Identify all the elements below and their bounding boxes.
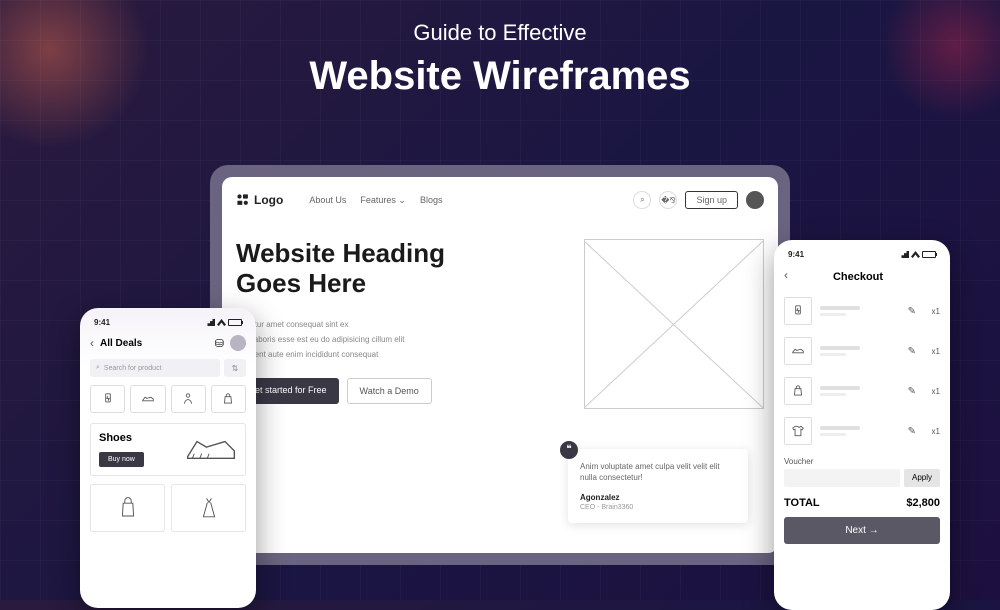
buy-button[interactable]: Buy now — [99, 452, 144, 467]
hero-image-placeholder — [584, 239, 764, 409]
nav-features[interactable]: Features ⌄ — [360, 195, 406, 206]
status-time: 9:41 — [94, 318, 110, 327]
search-input[interactable]: ⌕ Search for product — [90, 359, 220, 377]
item-thumb-electronics — [784, 297, 812, 325]
arrow-right-icon: → — [869, 525, 879, 536]
item-thumb-bag — [784, 377, 812, 405]
cart-icon[interactable]: ⛁ — [215, 337, 224, 350]
checkout-item: ✎ x1 — [784, 411, 940, 451]
category-apparel[interactable] — [171, 385, 206, 413]
status-time: 9:41 — [788, 250, 804, 259]
back-icon[interactable]: ‹ — [90, 336, 94, 350]
edit-icon[interactable]: ✎ — [908, 426, 916, 437]
screen-title: Checkout — [794, 271, 922, 283]
category-electronics[interactable] — [90, 385, 125, 413]
item-thumb-shirt — [784, 417, 812, 445]
cta-secondary-button[interactable]: Watch a Demo — [347, 378, 432, 404]
avatar[interactable] — [746, 191, 764, 209]
screen-title: All Deals — [100, 338, 209, 349]
edit-icon[interactable]: ✎ — [908, 386, 916, 397]
laptop-mockup: Logo About Us Features ⌄ Blogs ⌕ �⅋ Sign… — [210, 165, 790, 565]
back-icon[interactable]: ‹ — [784, 268, 788, 282]
search-icon: ⌕ — [96, 364, 100, 372]
voucher-input[interactable] — [784, 469, 900, 487]
status-icons — [899, 250, 936, 259]
total-value: $2,800 — [906, 497, 940, 509]
hero-heading: Website Heading Goes Here — [236, 239, 554, 299]
voucher-section: Voucher Apply — [784, 457, 940, 487]
edit-icon[interactable]: ✎ — [908, 306, 916, 317]
phone-right-mockup: 9:41 ‹ Checkout ✎ x1 ✎ x1 ✎ x1 ✎ — [774, 240, 950, 610]
product-dress[interactable] — [171, 484, 246, 532]
product-bag[interactable] — [90, 484, 165, 532]
shoe-icon — [183, 430, 239, 468]
lock-icon[interactable]: �⅋ — [659, 191, 677, 209]
edit-icon[interactable]: ✎ — [908, 346, 916, 357]
quote-icon: ❝ — [560, 441, 578, 459]
page-subtitle: Guide to Effective — [0, 20, 1000, 46]
filter-button[interactable]: ⇅ — [224, 359, 246, 377]
next-button[interactable]: Next → — [784, 517, 940, 544]
checkout-item: ✎ x1 — [784, 371, 940, 411]
nav-blogs[interactable]: Blogs — [420, 195, 443, 206]
testimonial-card: ❝ Anim voluptate amet culpa velit velit … — [568, 449, 748, 523]
apply-button[interactable]: Apply — [904, 469, 940, 487]
category-shoes[interactable] — [130, 385, 165, 413]
checkout-item: ✎ x1 — [784, 331, 940, 371]
category-bags[interactable] — [211, 385, 246, 413]
avatar[interactable] — [230, 335, 246, 351]
checkout-item: ✎ x1 — [784, 291, 940, 331]
page-title: Website Wireframes — [0, 54, 1000, 99]
checkout-list: ✎ x1 ✎ x1 ✎ x1 ✎ x1 — [784, 291, 940, 451]
nav-about[interactable]: About Us — [309, 195, 346, 206]
chevron-down-icon: ⌄ — [398, 195, 406, 205]
search-icon[interactable]: ⌕ — [633, 191, 651, 209]
phone-left-mockup: 9:41 ‹ All Deals ⛁ ⌕ Search for product … — [80, 308, 256, 608]
total-row: TOTAL $2,800 — [784, 497, 940, 509]
navbar: Logo About Us Features ⌄ Blogs ⌕ �⅋ Sign… — [236, 191, 764, 209]
category-row — [90, 385, 246, 413]
status-icons — [205, 318, 242, 327]
featured-card[interactable]: Shoes Buy now — [90, 423, 246, 476]
item-thumb-shoe — [784, 337, 812, 365]
hero-body: Pariatur amet consequat sint ex Sint lab… — [236, 317, 554, 363]
logo[interactable]: Logo — [236, 193, 283, 207]
signup-button[interactable]: Sign up — [685, 191, 738, 209]
